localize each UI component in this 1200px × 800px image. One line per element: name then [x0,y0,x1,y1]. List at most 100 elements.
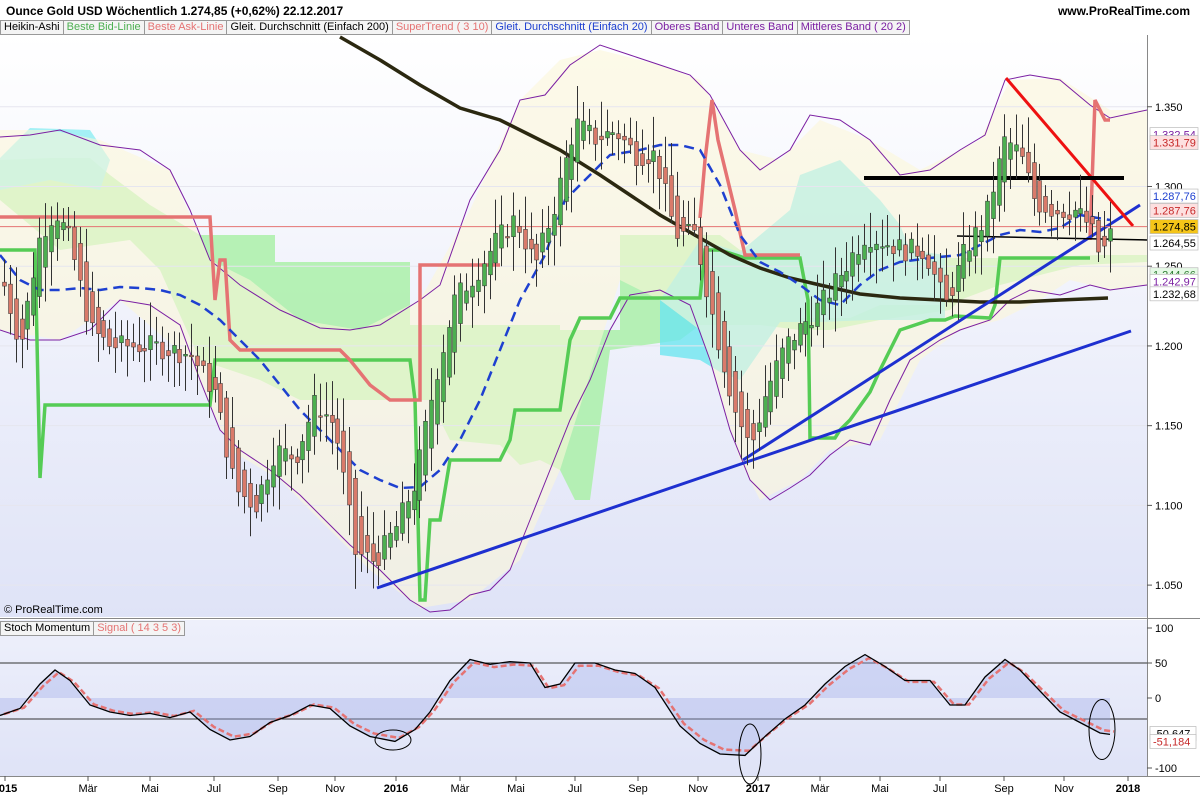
legend-item-4[interactable]: SuperTrend ( 3 10) [391,20,492,35]
candle-body-168 [985,200,990,237]
legend-item-3[interactable]: Gleit. Durchschnitt (Einfach 200) [226,20,392,35]
candle-body-82 [482,263,487,287]
candle-body-136 [798,323,803,346]
candle-body-154 [903,244,908,262]
legend-item-1[interactable]: Beste Bid-Linie [62,20,144,35]
osc-legend-item-0[interactable]: Stoch Momentum [0,621,94,636]
copyright-text: © ProRealTime.com [4,604,103,616]
candle-body-165 [967,250,972,262]
chart-canvas[interactable]: 1.3501.3001.2501.2001.1501.1001.0501.332… [0,0,1200,800]
candle-body-49 [289,454,294,460]
xtick-label-0: 2015 [0,783,17,795]
candle-body-43 [254,495,259,513]
candle-body-160 [938,267,943,283]
candle-body-28 [166,350,171,357]
xtick-label-7: Mär [451,783,470,795]
candle-body-121 [710,271,715,315]
candle-body-173 [1014,144,1019,152]
candle-body-45 [265,479,270,495]
candle-body-46 [271,465,276,488]
candle-body-24 [142,348,147,352]
candle-body-189 [1108,228,1113,242]
candle-body-144 [844,271,849,282]
candle-body-145 [850,252,855,277]
candle-body-89 [523,229,528,250]
candle-body-148 [868,247,873,253]
candle-body-85 [499,224,504,249]
xtick-label-14: Mai [871,783,889,795]
candle-body-99 [581,120,586,141]
candle-body-116 [681,217,686,232]
candle-body-133 [780,347,785,379]
legend-item-8[interactable]: Mittleres Band ( 20 2) [796,20,910,35]
candle-body-167 [979,230,984,243]
candle-body-44 [259,484,264,504]
ytick-label-3: 1.200 [1155,341,1183,353]
candle-body-158 [926,254,931,269]
candle-body-156 [915,245,920,257]
candle-body-8 [49,225,54,253]
candle-body-113 [663,167,668,184]
candle-body-75 [441,352,446,403]
xtick-label-10: Sep [628,783,648,795]
candle-body-112 [657,155,662,180]
candle-body-1 [8,283,13,314]
candle-body-109 [640,153,645,166]
candle-body-111 [651,150,656,162]
candle-body-106 [622,135,627,141]
candle-body-108 [634,141,639,166]
candle-body-96 [564,157,569,202]
candle-body-48 [283,448,288,462]
candle-body-15 [90,291,95,324]
candle-body-130 [763,396,768,428]
osc-legend-item-1[interactable]: Signal ( 14 3 5 3) [93,621,185,636]
candle-body-182 [1067,214,1072,220]
candle-body-129 [757,422,762,432]
candle-body-107 [628,137,633,146]
candle-body-141 [827,297,832,303]
ytick-label-4: 1.150 [1155,421,1183,433]
candle-body-94 [552,214,557,236]
candle-body-95 [558,177,563,226]
candle-body-84 [493,232,498,264]
candle-body-77 [452,294,457,353]
legend-item-0[interactable]: Heikin-Ashi [0,20,63,35]
candle-body-6 [37,237,42,297]
candle-body-36 [213,377,218,390]
legend-item-2[interactable]: Beste Ask-Linie [143,20,227,35]
candle-body-150 [880,246,885,249]
candle-body-169 [991,191,996,219]
candle-body-97 [569,144,574,180]
candle-body-126 [739,391,744,428]
candle-body-37 [218,383,223,413]
candle-body-142 [833,273,838,301]
candle-body-14 [84,261,89,322]
candle-body-54 [318,415,323,418]
candle-body-147 [862,244,867,260]
candle-body-9 [55,220,60,239]
candle-body-42 [248,483,253,508]
xtick-label-18: 2018 [1116,783,1140,795]
candle-body-183 [1073,209,1078,218]
xtick-label-9: Jul [568,783,582,795]
candle-body-40 [236,447,241,493]
candle-body-138 [809,325,814,329]
legend-item-6[interactable]: Oberes Band [650,20,723,35]
candle-body-53 [312,395,317,437]
candle-body-152 [891,245,896,254]
price-label-3: 1.287,76 [1153,205,1196,217]
candle-body-171 [1002,136,1007,183]
osc-tick-label-2: 0 [1155,693,1161,705]
candle-body-125 [733,371,738,413]
osc-tick-label-1: 50 [1155,658,1167,670]
legend-item-5[interactable]: Gleit. Durchschnitt (Einfach 20) [491,20,651,35]
candle-body-32 [189,354,194,358]
candle-body-135 [792,340,797,351]
candle-body-60 [353,478,358,555]
candle-body-69 [406,501,411,519]
candle-body-127 [745,409,750,438]
candle-body-164 [961,244,966,279]
candle-body-51 [300,441,305,461]
legend-item-7[interactable]: Unteres Band [722,20,797,35]
candle-body-39 [230,427,235,469]
